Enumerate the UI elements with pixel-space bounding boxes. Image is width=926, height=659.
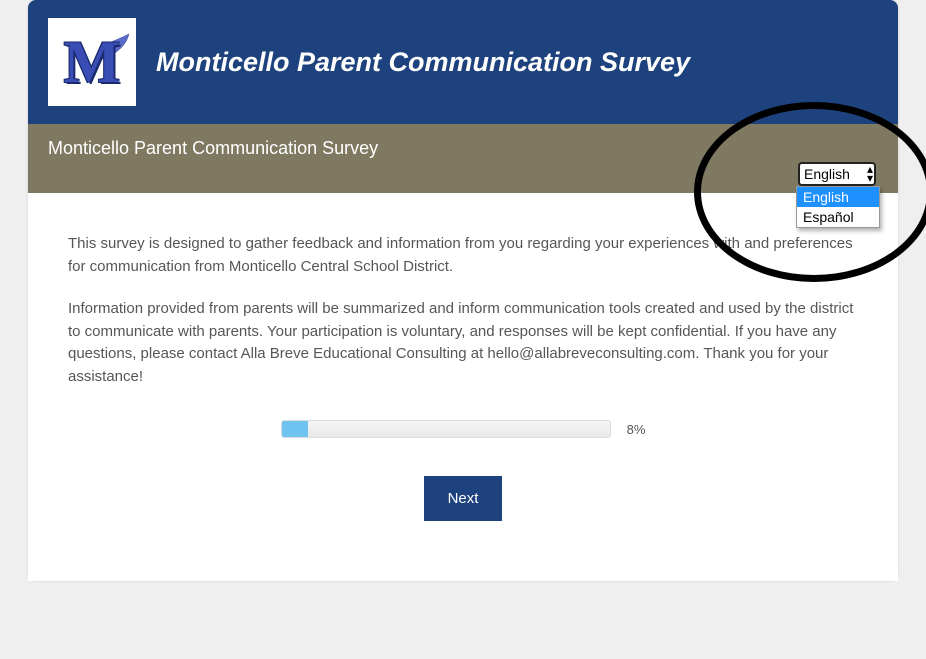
- dropdown-option-spanish[interactable]: Español: [797, 207, 879, 227]
- next-button[interactable]: Next: [424, 476, 503, 521]
- progress-container: 8%: [68, 420, 858, 438]
- survey-subheader: Monticello Parent Communication Survey E…: [28, 124, 898, 193]
- logo-letter: M: [64, 28, 121, 97]
- progress-label: 8%: [627, 422, 646, 437]
- language-dropdown-open: English Español: [796, 186, 880, 228]
- survey-card: M Monticello Parent Communication Survey…: [28, 0, 898, 581]
- language-selector-container: English Español ▴▾ English Español: [798, 162, 876, 186]
- progress-bar: [281, 420, 611, 438]
- survey-body: This survey is designed to gather feedba…: [28, 193, 898, 581]
- progress-fill: [282, 421, 308, 437]
- language-select[interactable]: English Español: [798, 162, 876, 186]
- dropdown-option-english[interactable]: English: [797, 187, 879, 207]
- subheader-title: Monticello Parent Communication Survey: [48, 138, 878, 159]
- survey-title: Monticello Parent Communication Survey: [156, 47, 690, 78]
- intro-paragraph-2: Information provided from parents will b…: [68, 298, 858, 388]
- intro-text: This survey is designed to gather feedba…: [68, 233, 858, 388]
- school-logo: M: [48, 18, 136, 106]
- intro-paragraph-1: This survey is designed to gather feedba…: [68, 233, 858, 278]
- survey-header: M Monticello Parent Communication Survey: [28, 0, 898, 124]
